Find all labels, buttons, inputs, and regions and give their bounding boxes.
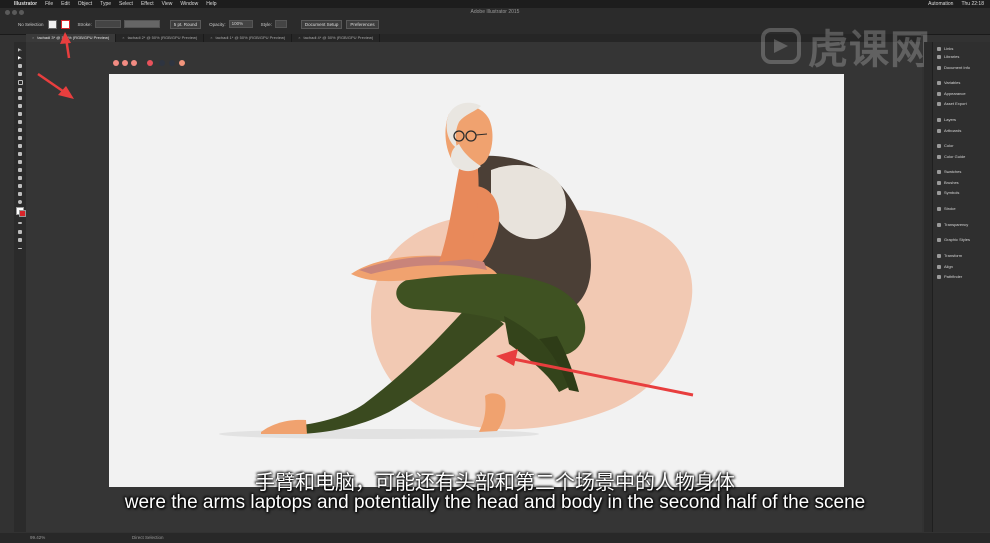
zoom-level[interactable]: 99.42% [30,535,45,540]
brushes-icon [937,180,941,185]
panel-document-info[interactable]: Document Info [937,65,970,70]
watermark-logo: 虎课网 [760,22,931,72]
panel-align[interactable]: Align [937,264,953,269]
panel-label: Artboards [944,128,962,133]
panel-graphic-styles[interactable]: Graphic Styles [937,237,970,242]
panel-links[interactable]: Links [937,46,953,51]
panel-label: Symbols [944,190,960,195]
subtitle-chinese: 手臂和电脑，可能还有头部和第二个场景中的人物身体 [255,472,735,494]
swatches-icon [937,169,941,174]
graphic-styles-icon [937,237,941,242]
panel-transparency[interactable]: Transparency [937,222,968,227]
panel-label: Document Info [944,65,971,70]
color-guide-icon [937,154,941,159]
panel-label: Transparency [944,222,969,227]
panel-label: Graphic Styles [944,237,971,242]
watermark-text: 虎课网 [808,28,931,72]
panel-label: Transform [944,253,963,258]
align-icon [937,264,941,269]
panel-libraries[interactable]: Libraries [937,54,959,59]
panel-label: Variables [944,80,961,85]
panel-label: Layers [944,117,957,122]
panel-label: Libraries [944,54,960,59]
appearance-icon [937,91,941,96]
collapsed-panel-dock: Links Libraries Document Info Variables … [932,42,990,532]
panel-label: Asset Export [944,101,967,106]
transform-icon [937,253,941,258]
panel-label: Brushes [944,180,959,185]
panel-label: Color Guide [944,154,966,159]
panel-color[interactable]: Color [937,143,954,148]
libraries-icon [937,54,941,59]
panel-artboards[interactable]: Artboards [937,128,961,133]
transparency-icon [937,222,941,227]
subtitle-english: were the arms laptops and potentially th… [124,492,866,513]
panel-variables[interactable]: Variables [937,80,960,85]
panel-asset-export[interactable]: Asset Export [937,101,967,106]
color-icon [937,143,941,148]
panel-label: Links [944,46,954,51]
stroke-icon [937,206,941,211]
asset-export-icon [937,101,941,106]
document-info-icon [937,65,941,70]
panel-pathfinder[interactable]: Pathfinder [937,274,962,279]
variables-icon [937,80,941,85]
panel-symbols[interactable]: Symbols [937,190,959,195]
panel-label: Pathfinder [944,274,963,279]
panel-label: Align [944,264,953,269]
panel-label: Stroke [944,206,956,211]
pathfinder-icon [937,274,941,279]
panel-label: Swatches [944,169,962,174]
panel-layers[interactable]: Layers [937,117,956,122]
symbols-icon [937,190,941,195]
current-tool-name: Direct Selection [132,535,164,540]
artboards-icon [937,128,941,133]
panel-stroke[interactable]: Stroke [937,206,956,211]
annotation-arrows [37,32,694,397]
layers-icon [937,117,941,122]
panel-brushes[interactable]: Brushes [937,180,959,185]
panel-color-guide[interactable]: Color Guide [937,154,965,159]
watermark-icon [761,28,801,64]
panel-appearance[interactable]: Appearance [937,91,966,96]
panel-transform[interactable]: Transform [937,253,962,258]
links-icon [937,46,941,51]
panel-label: Color [944,143,954,148]
panel-swatches[interactable]: Swatches [937,169,961,174]
panel-label: Appearance [944,91,966,96]
panel-dock-scroll[interactable] [924,42,932,532]
status-bar: 99.42% Direct Selection [0,533,990,543]
